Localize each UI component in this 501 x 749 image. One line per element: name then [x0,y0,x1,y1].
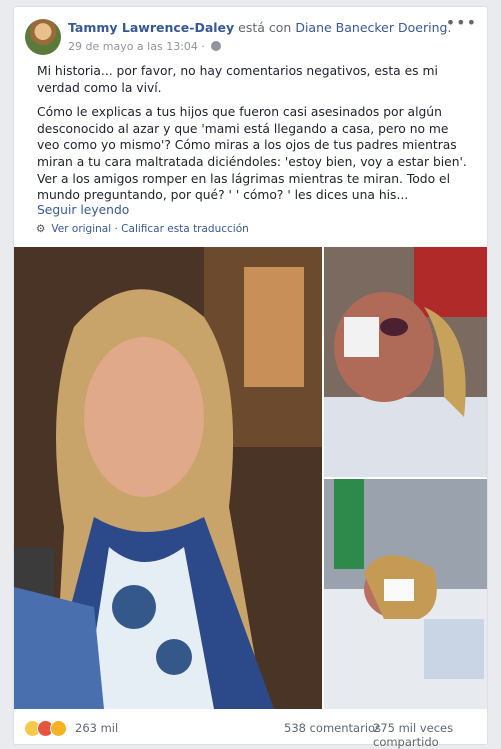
reaction-count[interactable]: 263 mil [75,721,118,735]
globe-icon [211,41,222,51]
photo-injury-1[interactable] [324,247,487,477]
wow-reaction-icon [50,720,67,737]
photo-injury-2[interactable] [324,479,487,709]
see-original-link[interactable]: Ver original [51,223,111,235]
rate-translation-link[interactable]: Calificar esta traducción [121,223,249,235]
photo-grid [14,247,487,709]
comments-count-link[interactable]: 538 comentarios [284,721,381,735]
translation-separator: · [111,223,122,235]
see-more-link[interactable]: Seguir leyendo [37,203,129,217]
post-footer: 263 mil 538 comentarios 275 mil veces co… [14,715,489,749]
tagged-person-link[interactable]: Diane Banecker Doering [295,20,447,35]
post-date-link[interactable]: 29 de mayo a las 13:04 · [68,40,208,53]
reactions[interactable] [24,720,67,737]
photo-injury-1-image [324,247,487,477]
photo-injury-2-image [324,479,487,709]
post-header: Tammy Lawrence-Daley está con Diane Bane… [68,20,451,35]
post-body: Mi historia... por favor, no hay comenta… [37,63,467,212]
post-paragraph-2: Cómo le explicas a tus hijos que fueron … [37,105,467,203]
author-name-link[interactable]: Tammy Lawrence-Daley [68,20,234,35]
more-horizontal-icon: ••• [445,13,477,32]
photo-main-image [14,247,322,709]
post-card: Tammy Lawrence-Daley está con Diane Bane… [13,6,489,749]
author-avatar[interactable] [25,19,61,55]
post-paragraph-1: Mi historia... por favor, no hay comenta… [37,64,438,95]
translation-bar: ⚙ Ver original · Calificar esta traducció… [36,223,249,235]
gear-icon[interactable]: ⚙ [36,223,45,235]
post-meta: 29 de mayo a las 13:04 · [68,40,222,53]
with-text: está con [234,20,296,35]
more-options-button[interactable]: ••• [446,13,477,32]
photo-main[interactable] [14,247,322,709]
